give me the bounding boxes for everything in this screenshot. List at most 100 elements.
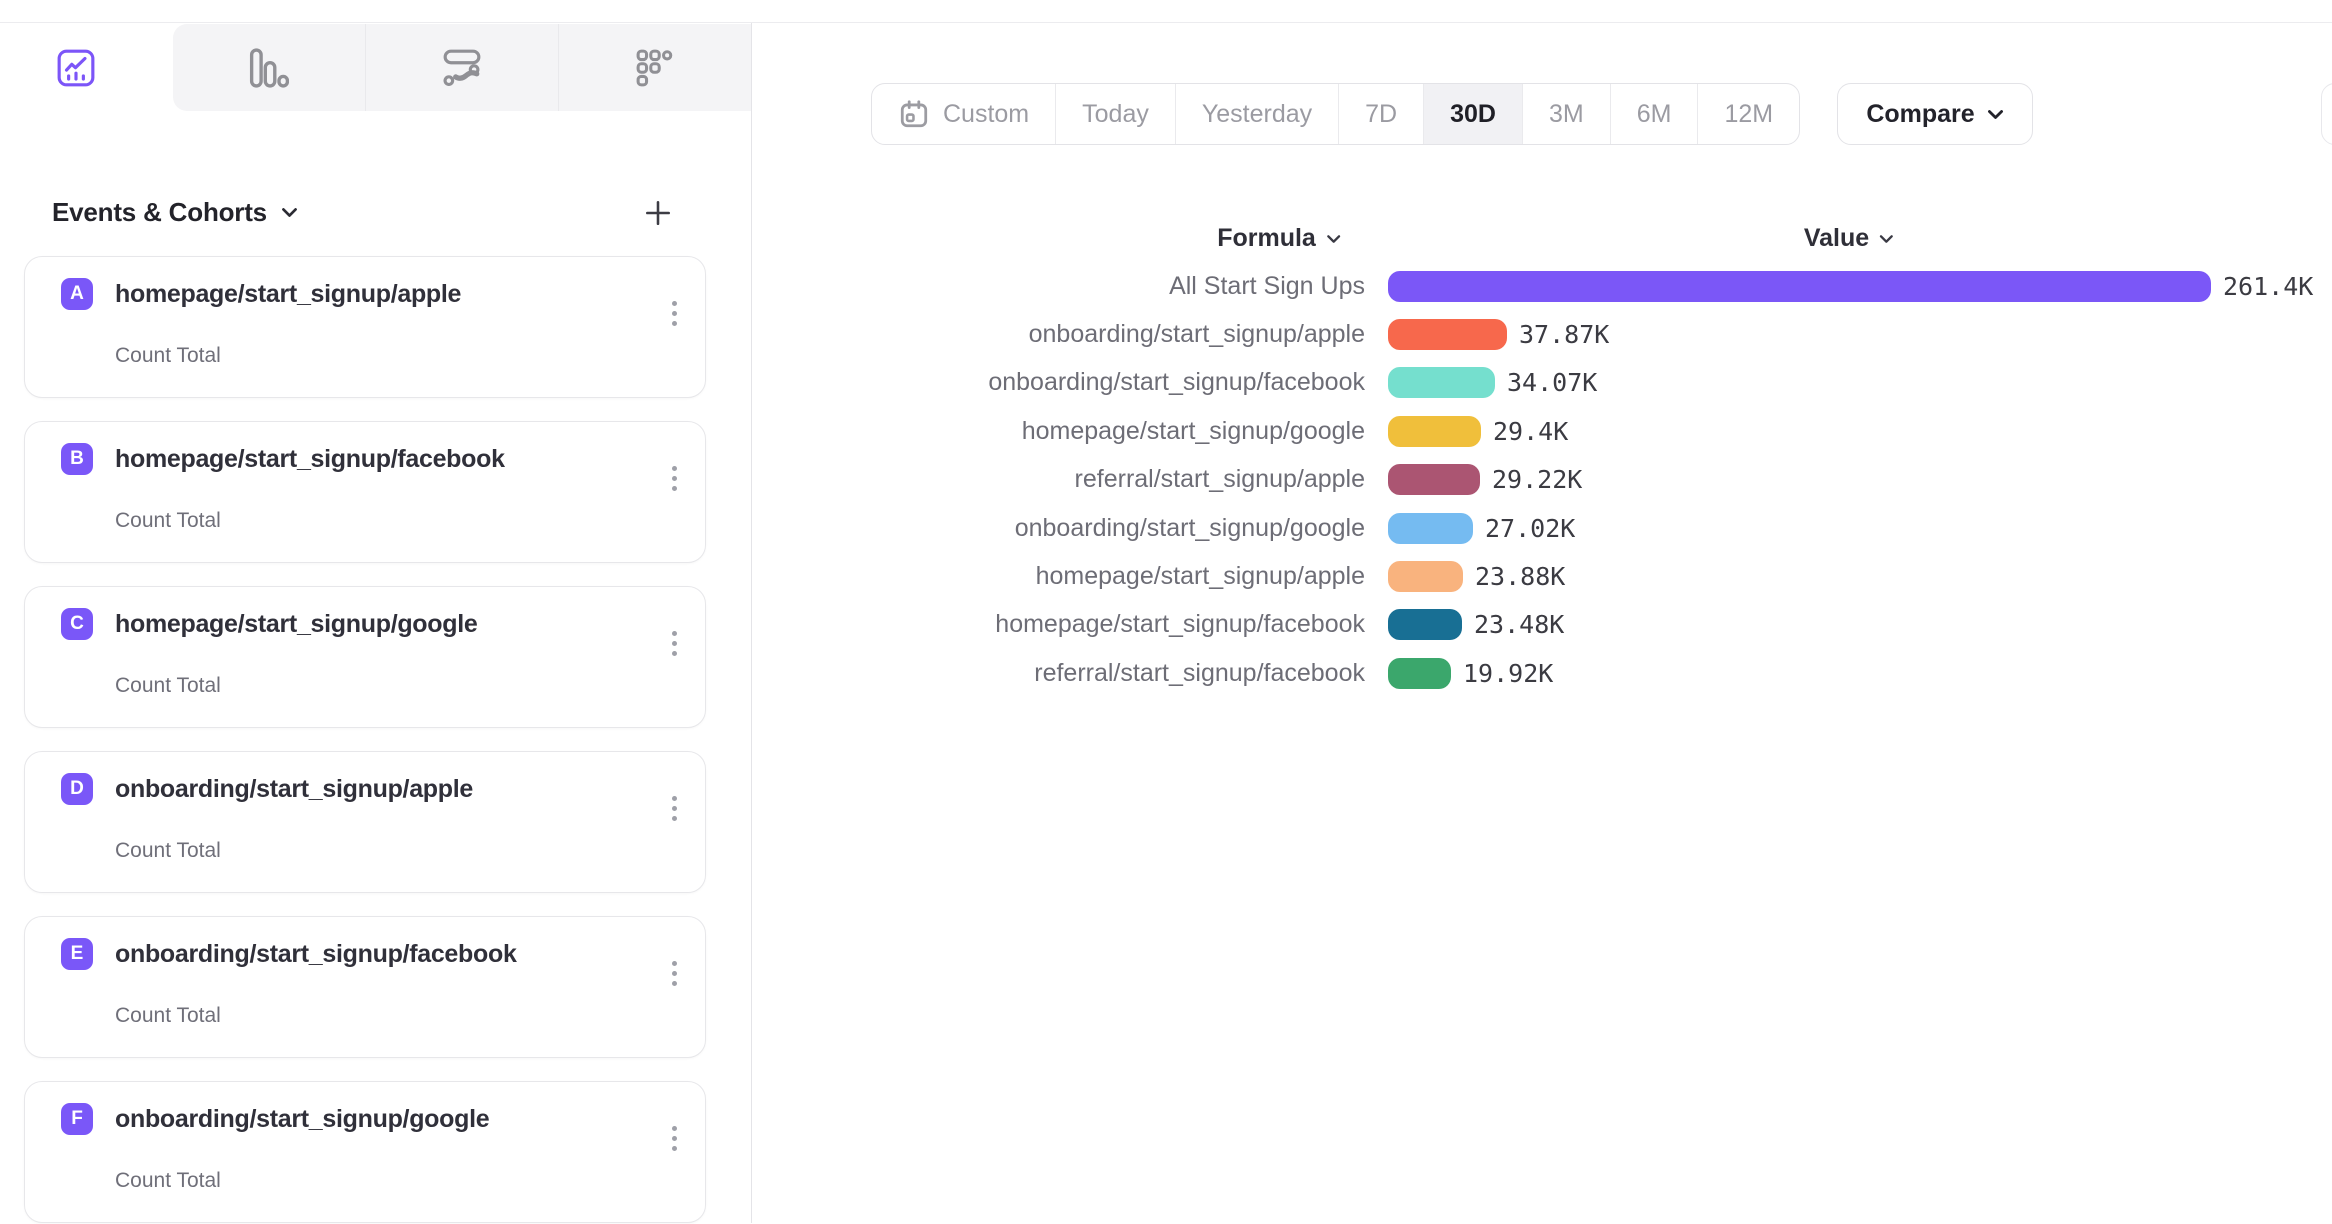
kebab-menu-icon[interactable]: [668, 1122, 681, 1155]
chart-bar[interactable]: [1388, 658, 1451, 689]
event-letter-badge: C: [61, 608, 93, 640]
chart-row-label: referral/start_signup/facebook: [752, 659, 1365, 688]
chart-row: All Start Sign Ups 261.4K: [752, 262, 2332, 310]
chart-bar[interactable]: [1388, 271, 2211, 302]
events-cohorts-title: Events & Cohorts: [52, 197, 267, 228]
formula-column-dropdown[interactable]: Formula: [1217, 224, 1341, 253]
chart-row-label: homepage/start_signup/google: [752, 417, 1365, 446]
event-name: onboarding/start_signup/apple: [115, 775, 473, 804]
chart-row: homepage/start_signup/google 29.4K: [752, 407, 2332, 455]
event-name: homepage/start_signup/google: [115, 610, 477, 639]
event-card[interactable]: A homepage/start_signup/apple Count Tota…: [24, 256, 706, 398]
chart-row: referral/start_signup/apple 29.22K: [752, 456, 2332, 504]
date-range-option[interactable]: 7D: [1338, 84, 1423, 144]
chart-row-label: homepage/start_signup/apple: [752, 562, 1365, 591]
chevron-down-icon: [1879, 234, 1894, 244]
chart-bar[interactable]: [1388, 416, 1481, 447]
event-metric: Count Total: [115, 509, 705, 533]
chart-row: onboarding/start_signup/google 27.02K: [752, 504, 2332, 552]
metrics-icon: [636, 49, 674, 87]
tab-flow-chart[interactable]: [365, 24, 558, 111]
event-letter: C: [70, 613, 84, 635]
date-range-option[interactable]: Yesterday: [1175, 84, 1338, 144]
chart-bar[interactable]: [1388, 513, 1473, 544]
compare-button[interactable]: Compare: [1837, 83, 2033, 145]
chart-bar-value: 27.02K: [1485, 514, 1575, 543]
date-range-option[interactable]: Today: [1055, 84, 1175, 144]
chart-bar-value: 29.22K: [1492, 465, 1582, 494]
top-divider: [0, 0, 2332, 23]
date-range-option[interactable]: 6M: [1610, 84, 1698, 144]
chart-row-label: onboarding/start_signup/google: [752, 514, 1365, 543]
event-letter: D: [70, 778, 84, 800]
date-range-selector: Custom Today Yesterday 7D 30D 3M 6M 12M: [871, 83, 1800, 145]
event-letter-badge: D: [61, 773, 93, 805]
chart-bar[interactable]: [1388, 609, 1462, 640]
chart-bar-value: 261.4K: [2223, 272, 2313, 301]
clipped-edge-button[interactable]: [2321, 83, 2332, 145]
event-letter: E: [71, 943, 84, 965]
event-letter-badge: B: [61, 443, 93, 475]
date-range-option-label: 12M: [1724, 100, 1773, 129]
tab-bar-chart[interactable]: [173, 24, 365, 111]
event-letter-badge: A: [61, 278, 93, 310]
event-metric: Count Total: [115, 1169, 705, 1193]
kebab-menu-icon[interactable]: [668, 462, 681, 495]
value-column-label: Value: [1804, 224, 1869, 253]
value-column-dropdown[interactable]: Value: [1804, 224, 1894, 253]
kebab-menu-icon[interactable]: [668, 627, 681, 660]
chart-bar[interactable]: [1388, 367, 1495, 398]
chart-bar[interactable]: [1388, 464, 1480, 495]
event-metric: Count Total: [115, 839, 705, 863]
date-range-option-label: 30D: [1450, 100, 1496, 129]
date-range-option-label: Yesterday: [1202, 100, 1312, 129]
events-cohorts-header: Events & Cohorts: [52, 197, 673, 228]
kebab-menu-icon[interactable]: [668, 792, 681, 825]
event-card[interactable]: B homepage/start_signup/facebook Count T…: [24, 421, 706, 563]
event-card[interactable]: D onboarding/start_signup/apple Count To…: [24, 751, 706, 893]
date-range-option-label: 7D: [1365, 100, 1397, 129]
event-name: onboarding/start_signup/facebook: [115, 940, 517, 969]
date-range-option[interactable]: Custom: [872, 84, 1055, 144]
event-metric: Count Total: [115, 674, 705, 698]
main-content: Custom Today Yesterday 7D 30D 3M 6M 12M …: [752, 23, 2332, 1223]
chart-bar-value: 23.88K: [1475, 562, 1565, 591]
kebab-menu-icon[interactable]: [668, 297, 681, 330]
chart-bar[interactable]: [1388, 561, 1463, 592]
chart-row: onboarding/start_signup/facebook 34.07K: [752, 359, 2332, 407]
chart-row: onboarding/start_signup/apple 37.87K: [752, 310, 2332, 358]
chart-bar[interactable]: [1388, 319, 1507, 350]
event-letter-badge: F: [61, 1103, 93, 1135]
event-card[interactable]: C homepage/start_signup/google Count Tot…: [24, 586, 706, 728]
chevron-down-icon: [1326, 234, 1341, 244]
event-list: A homepage/start_signup/apple Count Tota…: [0, 256, 751, 1223]
event-card[interactable]: E onboarding/start_signup/facebook Count…: [24, 916, 706, 1058]
event-metric: Count Total: [115, 1004, 705, 1028]
event-metric: Count Total: [115, 344, 705, 368]
chart-bar-value: 29.4K: [1493, 417, 1568, 446]
bar-chart-icon: [249, 48, 289, 88]
event-letter: F: [71, 1108, 83, 1130]
add-event-button[interactable]: [643, 198, 673, 228]
compare-label: Compare: [1866, 100, 1974, 129]
chart-row: homepage/start_signup/apple 23.88K: [752, 552, 2332, 600]
tab-metrics[interactable]: [558, 24, 751, 111]
date-range-option-label: 6M: [1637, 100, 1672, 129]
date-range-option[interactable]: 3M: [1522, 84, 1610, 144]
chart-bar-value: 19.92K: [1463, 659, 1553, 688]
event-name: homepage/start_signup/apple: [115, 280, 461, 309]
date-range-option-label: Custom: [943, 100, 1029, 129]
event-card[interactable]: F onboarding/start_signup/google Count T…: [24, 1081, 706, 1223]
chart-row-label: referral/start_signup/apple: [752, 465, 1365, 494]
chart-bar-value: 34.07K: [1507, 368, 1597, 397]
date-range-option[interactable]: 30D: [1423, 84, 1522, 144]
chart-row: homepage/start_signup/facebook 23.48K: [752, 601, 2332, 649]
date-range-option[interactable]: 12M: [1697, 84, 1799, 144]
kebab-menu-icon[interactable]: [668, 957, 681, 990]
tab-line-chart[interactable]: [0, 23, 173, 112]
line-chart-icon: [56, 48, 96, 88]
event-letter: B: [70, 448, 84, 470]
date-range-option-label: Today: [1082, 100, 1149, 129]
events-cohorts-dropdown[interactable]: Events & Cohorts: [52, 197, 298, 228]
chart-row-label: homepage/start_signup/facebook: [752, 610, 1365, 639]
